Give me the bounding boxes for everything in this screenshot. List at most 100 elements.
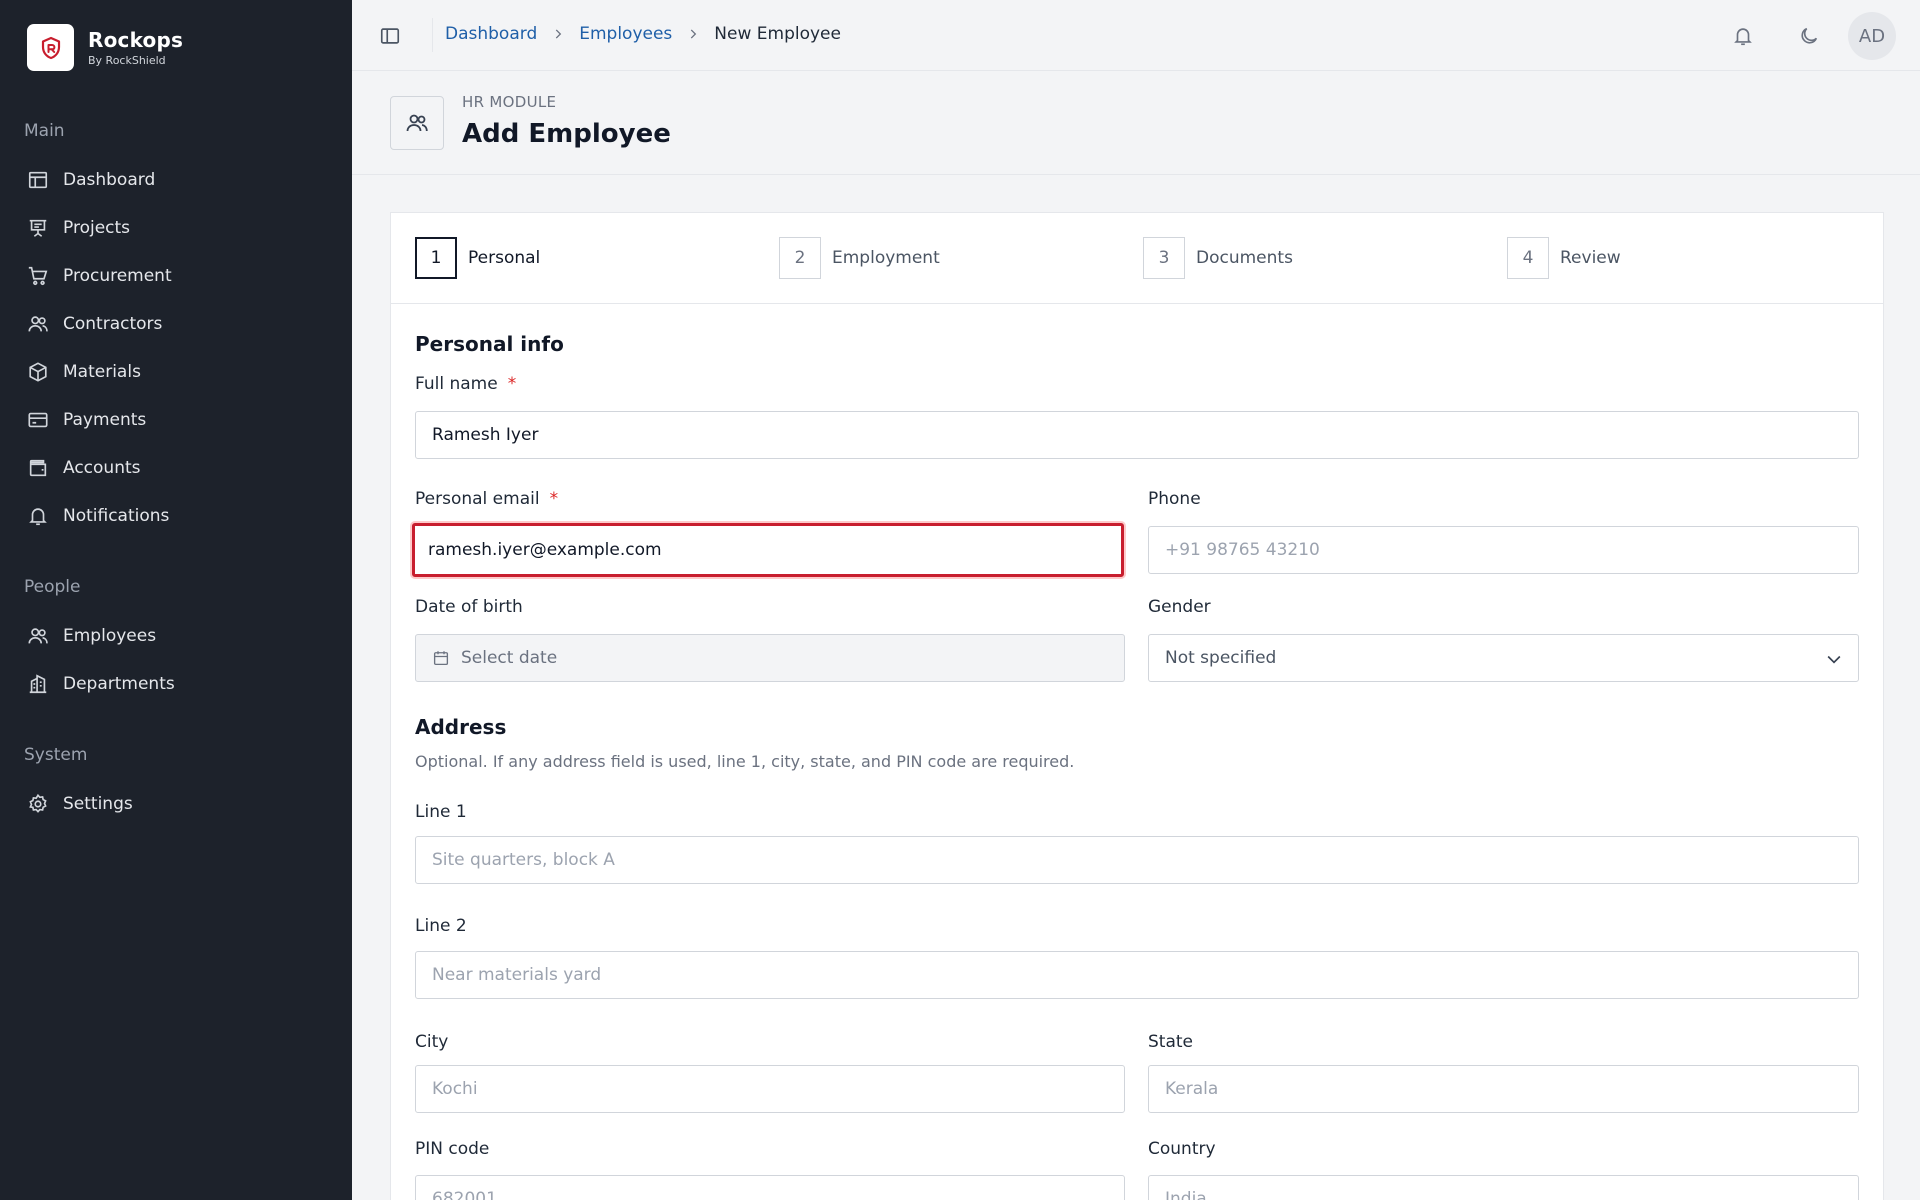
required-marker: * [507, 374, 517, 394]
breadcrumb-current: New Employee [714, 24, 841, 44]
step-number: 4 [1507, 237, 1549, 279]
state-input[interactable] [1148, 1065, 1859, 1113]
dashboard-icon [24, 166, 52, 194]
step-label: Personal [468, 248, 541, 268]
sidebar-item-payments[interactable]: Payments [24, 400, 334, 440]
sidebar-item-label: Employees [63, 626, 157, 646]
users-icon [24, 622, 52, 650]
address-line2-label: Line 2 [415, 916, 467, 936]
state-label: State [1148, 1032, 1193, 1052]
sidebar-toggle-button[interactable] [376, 22, 404, 50]
gender-label: Gender [1148, 597, 1211, 617]
section-label-people: People [24, 577, 81, 597]
brand[interactable]: Rockops By RockShield [27, 24, 183, 71]
breadcrumb-employees[interactable]: Employees [579, 24, 672, 44]
phone-label: Phone [1148, 489, 1201, 509]
city-label: City [415, 1032, 449, 1052]
step-number: 2 [779, 237, 821, 279]
sidebar-item-label: Payments [63, 410, 147, 430]
step-number: 1 [415, 237, 457, 279]
shield-logo-icon [41, 36, 60, 59]
date-of-birth-picker[interactable]: Select date [415, 634, 1125, 682]
users-icon [24, 310, 52, 338]
bell-icon [24, 502, 52, 530]
chevron-right-icon [551, 27, 565, 41]
full-name-label: Full name * [415, 374, 517, 394]
address-line2-input[interactable] [415, 951, 1859, 999]
sidebar-item-label: Dashboard [63, 170, 156, 190]
sidebar-item-contractors[interactable]: Contractors [24, 304, 334, 344]
gender-selected-value: Not specified [1165, 648, 1277, 668]
step-personal[interactable]: 1 Personal [415, 237, 540, 279]
page-header-icon-box [390, 96, 444, 150]
section-label-system: System [24, 745, 88, 765]
sidebar-item-dashboard[interactable]: Dashboard [24, 160, 334, 200]
moon-icon [1801, 27, 1818, 44]
wallet-icon [24, 454, 52, 482]
address-help-text: Optional. If any address field is used, … [415, 752, 1075, 771]
sidebar-item-procurement[interactable]: Procurement [24, 256, 334, 296]
sidebar-item-accounts[interactable]: Accounts [24, 448, 334, 488]
section-label-main: Main [24, 121, 65, 141]
gear-icon [24, 790, 52, 818]
brand-name: Rockops [88, 28, 184, 52]
page-header: HR MODULE Add Employee [352, 71, 1920, 175]
pin-code-label: PIN code [415, 1139, 490, 1159]
city-input[interactable] [415, 1065, 1125, 1113]
step-label: Employment [832, 248, 940, 268]
sidebar-item-label: Settings [63, 794, 133, 814]
address-line1-input[interactable] [415, 836, 1859, 884]
page-title: Add Employee [462, 119, 671, 149]
notifications-button[interactable] [1729, 22, 1757, 50]
breadcrumb-dashboard[interactable]: Dashboard [445, 24, 537, 44]
stepper: 1 Personal 2 Employment 3 Documents 4 Re… [391, 213, 1883, 304]
page-kicker: HR MODULE [462, 93, 557, 111]
projects-icon [24, 214, 52, 242]
date-placeholder: Select date [461, 648, 558, 668]
address-title: Address [415, 715, 507, 739]
personal-info-title: Personal info [415, 332, 564, 356]
step-review[interactable]: 4 Review [1507, 237, 1621, 279]
employee-form-card: 1 Personal 2 Employment 3 Documents 4 Re… [390, 212, 1884, 1200]
sidebar-item-departments[interactable]: Departments [24, 664, 334, 704]
building-icon [24, 670, 52, 698]
sidebar-panel-icon [380, 28, 400, 44]
step-documents[interactable]: 3 Documents [1143, 237, 1293, 279]
sidebar-item-projects[interactable]: Projects [24, 208, 334, 248]
date-of-birth-label: Date of birth [415, 597, 523, 617]
bell-icon [1734, 28, 1752, 46]
phone-input[interactable] [1148, 526, 1859, 574]
calendar-icon [433, 651, 449, 666]
required-marker: * [549, 489, 559, 509]
box-icon [24, 358, 52, 386]
sidebar-item-employees[interactable]: Employees [24, 616, 334, 656]
step-number: 3 [1143, 237, 1185, 279]
sidebar-item-label: Accounts [63, 458, 141, 478]
personal-email-input[interactable] [412, 523, 1124, 577]
sidebar-item-label: Notifications [63, 506, 170, 526]
step-employment[interactable]: 2 Employment [779, 237, 940, 279]
address-line1-label: Line 1 [415, 802, 467, 822]
sidebar-item-label: Materials [63, 362, 141, 382]
sidebar: Rockops By RockShield Main Dashboard Pro… [0, 0, 352, 1200]
full-name-input[interactable] [415, 411, 1859, 459]
sidebar-item-label: Contractors [63, 314, 163, 334]
sidebar-item-notifications[interactable]: Notifications [24, 496, 334, 536]
avatar[interactable]: AD [1848, 12, 1896, 60]
gender-select[interactable]: Not specified [1148, 634, 1859, 682]
sidebar-item-settings[interactable]: Settings [24, 784, 334, 824]
country-input[interactable] [1148, 1175, 1859, 1200]
sidebar-item-label: Projects [63, 218, 131, 238]
country-label: Country [1148, 1139, 1216, 1159]
sidebar-item-materials[interactable]: Materials [24, 352, 334, 392]
step-label: Documents [1196, 248, 1293, 268]
chevron-right-icon [686, 27, 700, 41]
chevron-down-icon [1827, 655, 1841, 664]
cart-icon [24, 262, 52, 290]
personal-email-label: Personal email * [415, 489, 559, 509]
pin-code-input[interactable] [415, 1175, 1125, 1200]
theme-toggle-button[interactable] [1795, 22, 1823, 50]
credit-card-icon [24, 406, 52, 434]
topbar-divider [432, 18, 433, 52]
sidebar-item-label: Departments [63, 674, 175, 694]
